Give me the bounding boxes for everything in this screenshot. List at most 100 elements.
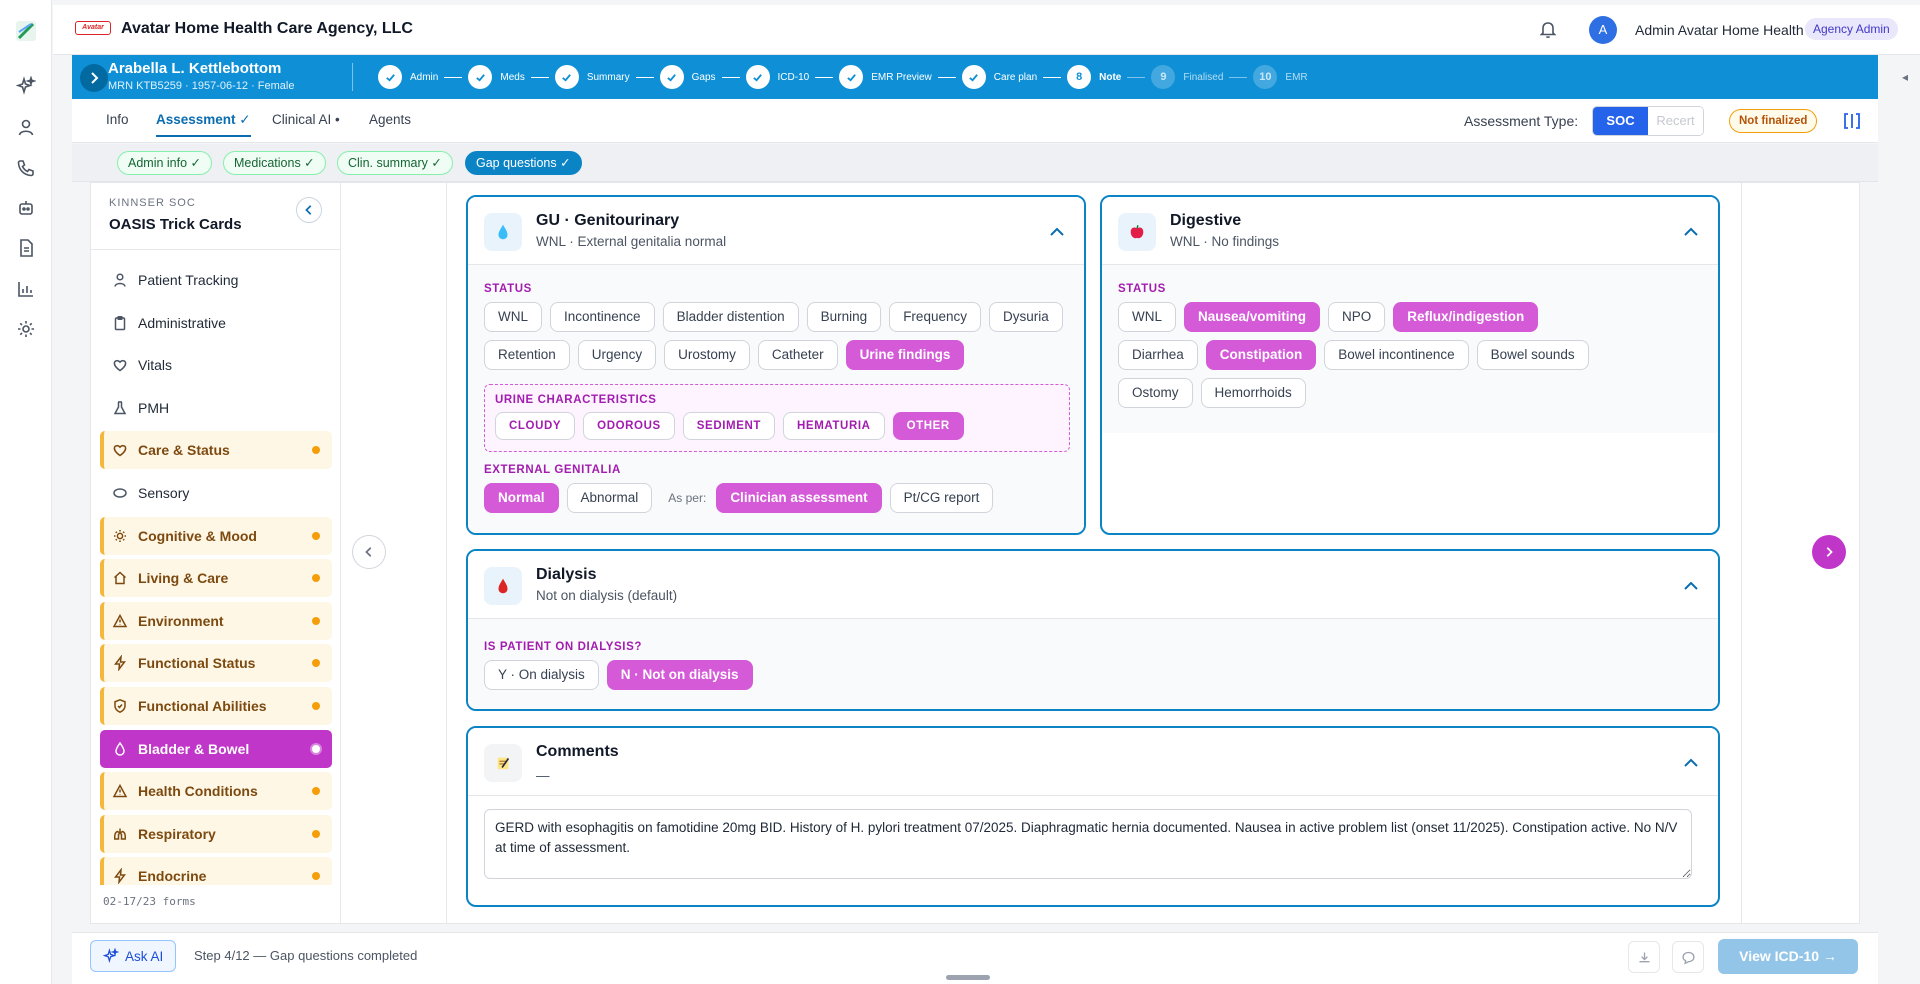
sidebar-item-bladder-bowel[interactable]: Bladder & Bowel — [100, 729, 332, 768]
step-meds[interactable]: Meds — [468, 65, 525, 89]
download-button[interactable] — [1628, 941, 1660, 973]
chip-other[interactable]: OTHER — [892, 412, 964, 440]
step-summary[interactable]: Summary — [554, 65, 630, 89]
tab-clinical-ai[interactable]: Clinical AI • — [272, 112, 340, 127]
sidebar-item-care-status[interactable]: Care & Status — [100, 431, 332, 470]
chip-dysuria[interactable]: Dysuria — [988, 302, 1063, 332]
expand-button[interactable] — [80, 64, 108, 92]
sidebar-item-label: PMH — [138, 399, 170, 416]
next-card-button[interactable] — [1812, 535, 1846, 569]
chip-wnl[interactable]: WNL — [484, 302, 542, 332]
pill-gap-questions[interactable]: Gap questions ✓ — [465, 151, 582, 175]
sidebar-item-administrative[interactable]: Administrative — [100, 304, 332, 342]
bar-chart-icon[interactable] — [16, 279, 36, 299]
chip-urine-findings[interactable]: Urine findings — [845, 340, 965, 370]
chip-bowel-sounds[interactable]: Bowel sounds — [1476, 340, 1589, 370]
view-icd10-button[interactable]: View ICD-10 → — [1718, 939, 1858, 974]
avatar[interactable]: A — [1589, 16, 1617, 44]
tab-info[interactable]: Info — [106, 112, 129, 127]
pill-admin-info[interactable]: Admin info ✓ — [117, 151, 213, 175]
chevron-up-icon[interactable] — [1682, 223, 1700, 241]
chip-on-dialysis[interactable]: Y · On dialysis — [484, 660, 599, 690]
settings-icon[interactable] — [16, 319, 36, 339]
chip-frequency[interactable]: Frequency — [889, 302, 981, 332]
bell-icon[interactable] — [1538, 19, 1558, 39]
step-admin[interactable]: Admin — [378, 65, 438, 89]
phone-icon[interactable] — [16, 158, 36, 178]
step-emr[interactable]: 10 EMR — [1253, 65, 1308, 89]
sidebar-item-cognitive-mood[interactable]: Cognitive & Mood — [100, 516, 332, 555]
step-icd-10[interactable]: ICD-10 — [745, 65, 809, 89]
user-name[interactable]: Admin Avatar Home Health — [1635, 22, 1804, 38]
sidebar-item-health-conditions[interactable]: Health Conditions — [100, 772, 332, 811]
dialysis-card-header[interactable]: Dialysis Not on dialysis (default) — [468, 551, 1718, 619]
sidebar-item-vitals[interactable]: Vitals — [100, 346, 332, 384]
chevron-up-icon[interactable] — [1048, 223, 1066, 241]
chip-pt-cg-report[interactable]: Pt/CG report — [889, 483, 994, 513]
chip-urostomy[interactable]: Urostomy — [664, 340, 750, 370]
robot-icon[interactable] — [16, 198, 36, 218]
drag-handle[interactable] — [946, 975, 990, 980]
sidebar-item-endocrine[interactable]: Endocrine — [100, 857, 332, 885]
chip-sediment[interactable]: SEDIMENT — [682, 412, 776, 440]
sidebar-item-respiratory[interactable]: Respiratory — [100, 814, 332, 853]
step-emr-preview[interactable]: EMR Preview — [839, 65, 932, 89]
chip-incontinence[interactable]: Incontinence — [550, 302, 655, 332]
prev-card-button[interactable] — [352, 535, 386, 569]
document-icon[interactable] — [16, 238, 36, 258]
collapse-sidebar-button[interactable] — [296, 197, 322, 223]
tab-agents[interactable]: Agents — [369, 112, 411, 127]
sidebar-item-functional-status[interactable]: Functional Status — [100, 644, 332, 683]
chip-diarrhea[interactable]: Diarrhea — [1118, 340, 1198, 370]
chip-not-on-dialysis[interactable]: N · Not on dialysis — [606, 660, 753, 690]
tab-assessment[interactable]: Assessment ✓ — [156, 112, 251, 137]
split-view-icon[interactable] — [1842, 111, 1862, 131]
chip-bladder-distention[interactable]: Bladder distention — [662, 302, 799, 332]
gu-card-header[interactable]: GU · Genitourinary WNL · External genita… — [468, 197, 1084, 265]
sidebar-item-pmh[interactable]: PMH — [100, 389, 332, 427]
chip-constipation[interactable]: Constipation — [1205, 340, 1317, 370]
step-note[interactable]: 8 Note — [1067, 65, 1121, 89]
recert-option[interactable]: Recert — [1648, 107, 1703, 135]
chat-button[interactable] — [1672, 941, 1704, 973]
chip-burning[interactable]: Burning — [806, 302, 882, 332]
sidebar-item-living-care[interactable]: Living & Care — [100, 559, 332, 598]
comments-card-header[interactable]: Comments — — [468, 728, 1718, 796]
chip-npo[interactable]: NPO — [1328, 302, 1386, 332]
chip-wnl[interactable]: WNL — [1118, 302, 1176, 332]
digestive-card-header[interactable]: Digestive WNL · No findings — [1102, 197, 1718, 265]
chip-clinician-assessment[interactable]: Clinician assessment — [716, 483, 882, 513]
chip-abnormal[interactable]: Abnormal — [566, 483, 653, 513]
chip-reflux-indigestion[interactable]: Reflux/indigestion — [1393, 302, 1539, 332]
sparkles-icon[interactable] — [16, 76, 36, 96]
chip-bowel-incontinence[interactable]: Bowel incontinence — [1324, 340, 1469, 370]
comments-textarea[interactable]: GERD with esophagitis on famotidine 20mg… — [484, 809, 1692, 879]
chip-cloudy[interactable]: CLOUDY — [495, 412, 576, 440]
pill-medications[interactable]: Medications ✓ — [223, 151, 326, 175]
soc-option[interactable]: SOC — [1593, 107, 1648, 135]
dialysis-title: Dialysis — [536, 566, 597, 583]
ask-ai-button[interactable]: Ask AI — [90, 940, 177, 972]
chip-nausea-vomiting[interactable]: Nausea/vomiting — [1184, 302, 1321, 332]
chip-urgency[interactable]: Urgency — [577, 340, 657, 370]
chip-odorous[interactable]: ODOROUS — [583, 412, 675, 440]
chip-normal[interactable]: Normal — [484, 483, 559, 513]
step-gaps[interactable]: Gaps — [659, 65, 716, 89]
chip-hemorrhoids[interactable]: Hemorrhoids — [1200, 378, 1306, 408]
right-panel-toggle-icon[interactable]: ◂ — [1902, 70, 1908, 84]
chip-ostomy[interactable]: Ostomy — [1118, 378, 1193, 408]
pill-clin-summary[interactable]: Clin. summary ✓ — [337, 151, 453, 175]
app-logo-icon[interactable] — [15, 20, 37, 42]
chevron-up-icon[interactable] — [1682, 754, 1700, 772]
chip-hematuria[interactable]: HEMATURIA — [783, 412, 885, 440]
chip-catheter[interactable]: Catheter — [757, 340, 838, 370]
sidebar-item-environment[interactable]: Environment — [100, 601, 332, 640]
person-icon[interactable] — [16, 117, 36, 137]
chevron-up-icon[interactable] — [1682, 577, 1700, 595]
step-finalised[interactable]: 9 Finalised — [1151, 65, 1223, 89]
sidebar-item-functional-abilities[interactable]: Functional Abilities — [100, 686, 332, 725]
step-care-plan[interactable]: Care plan — [961, 65, 1037, 89]
sidebar-item-patient-tracking[interactable]: Patient Tracking — [100, 261, 332, 299]
sidebar-item-sensory[interactable]: Sensory — [100, 474, 332, 512]
chip-retention[interactable]: Retention — [484, 340, 570, 370]
